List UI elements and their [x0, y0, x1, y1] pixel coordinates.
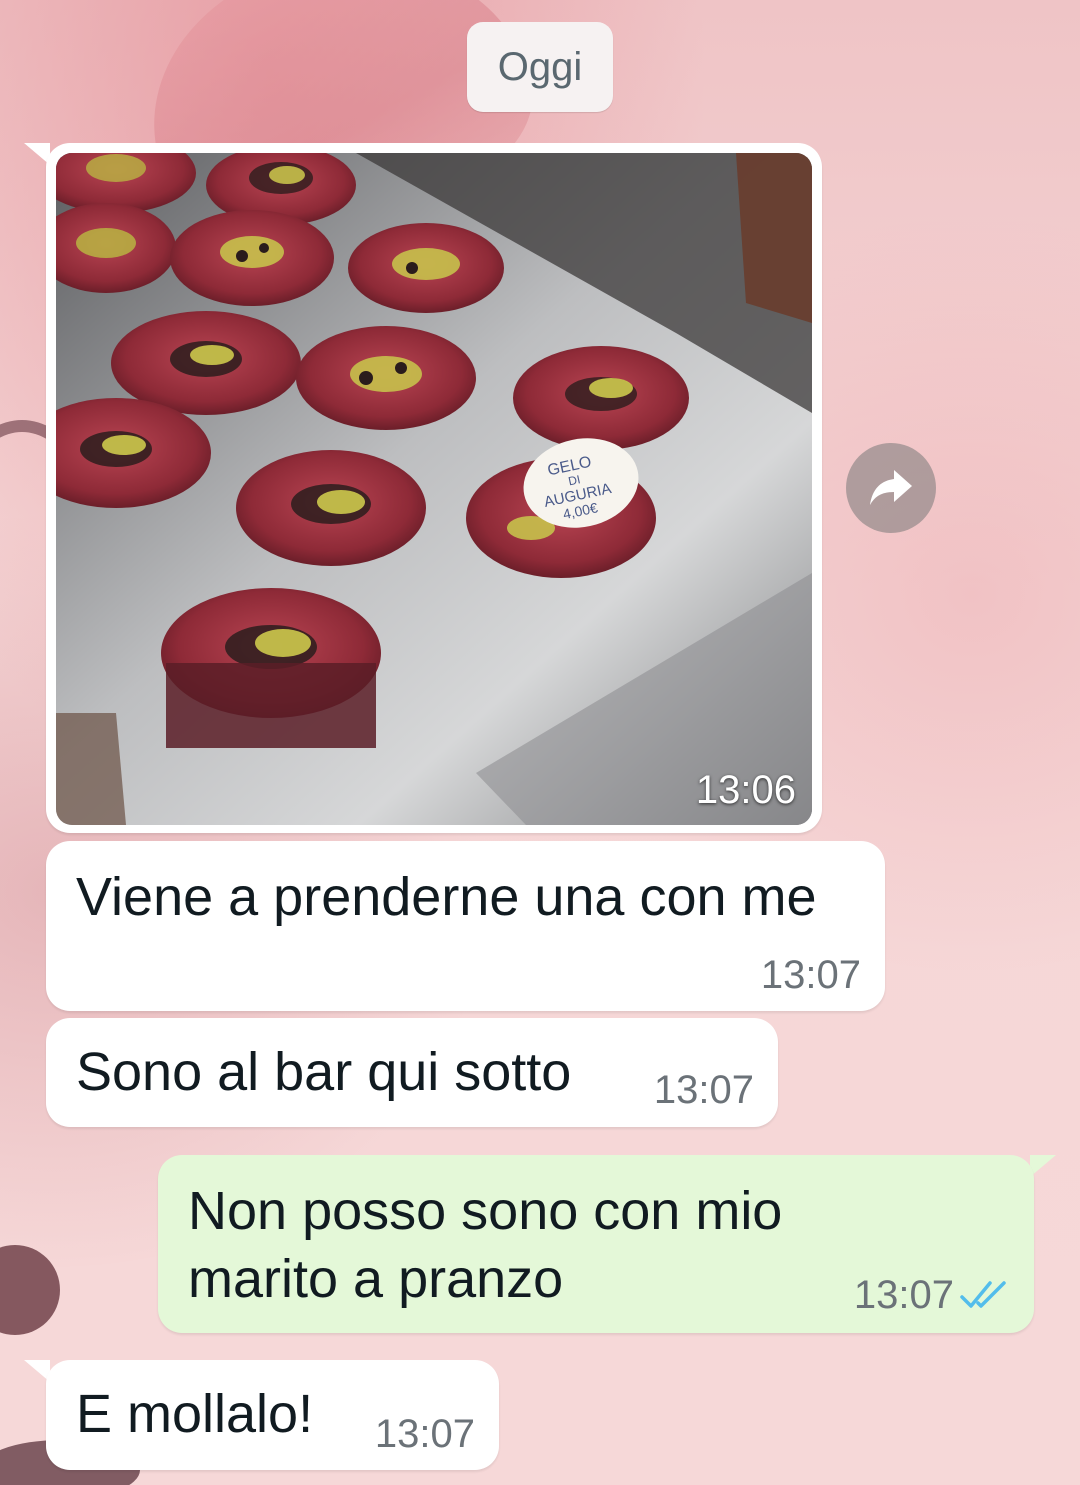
double-check-icon [960, 1281, 1006, 1308]
message-time: 13:07 [653, 1068, 754, 1112]
message-time: 13:07 [760, 953, 861, 997]
message-text: E mollalo! [76, 1384, 314, 1444]
message-photo[interactable]: GELO DI AUGURIA 4,00€ 13:06 [56, 153, 812, 825]
image-message-bubble[interactable]: GELO DI AUGURIA 4,00€ 13:06 [46, 143, 822, 833]
message-text: Sono al bar qui sotto [76, 1042, 572, 1102]
photo-illustration: GELO DI AUGURIA 4,00€ [56, 153, 812, 825]
outgoing-message-bubble[interactable]: Non posso sono con mio marito a pranzo 1… [158, 1155, 1034, 1333]
date-separator: Oggi [467, 22, 613, 112]
forward-arrow-icon [870, 470, 912, 505]
incoming-message-bubble[interactable]: Sono al bar qui sotto 13:07 [46, 1018, 778, 1127]
message-text-line: marito a pranzo [188, 1249, 564, 1309]
incoming-message-bubble[interactable]: E mollalo! 13:07 [46, 1360, 499, 1470]
message-time: 13:06 [695, 768, 796, 812]
message-text: Viene a prenderne una con me [76, 867, 817, 927]
message-time: 13:07 [853, 1273, 954, 1317]
incoming-message-bubble[interactable]: Viene a prenderne una con me 13:07 [46, 841, 885, 1011]
bubble-tail [1030, 1155, 1056, 1177]
message-time: 13:07 [374, 1412, 475, 1456]
wallpaper-dot-shape [0, 1245, 60, 1335]
forward-button[interactable] [846, 443, 936, 533]
message-text-line: Non posso sono con mio [188, 1181, 783, 1241]
